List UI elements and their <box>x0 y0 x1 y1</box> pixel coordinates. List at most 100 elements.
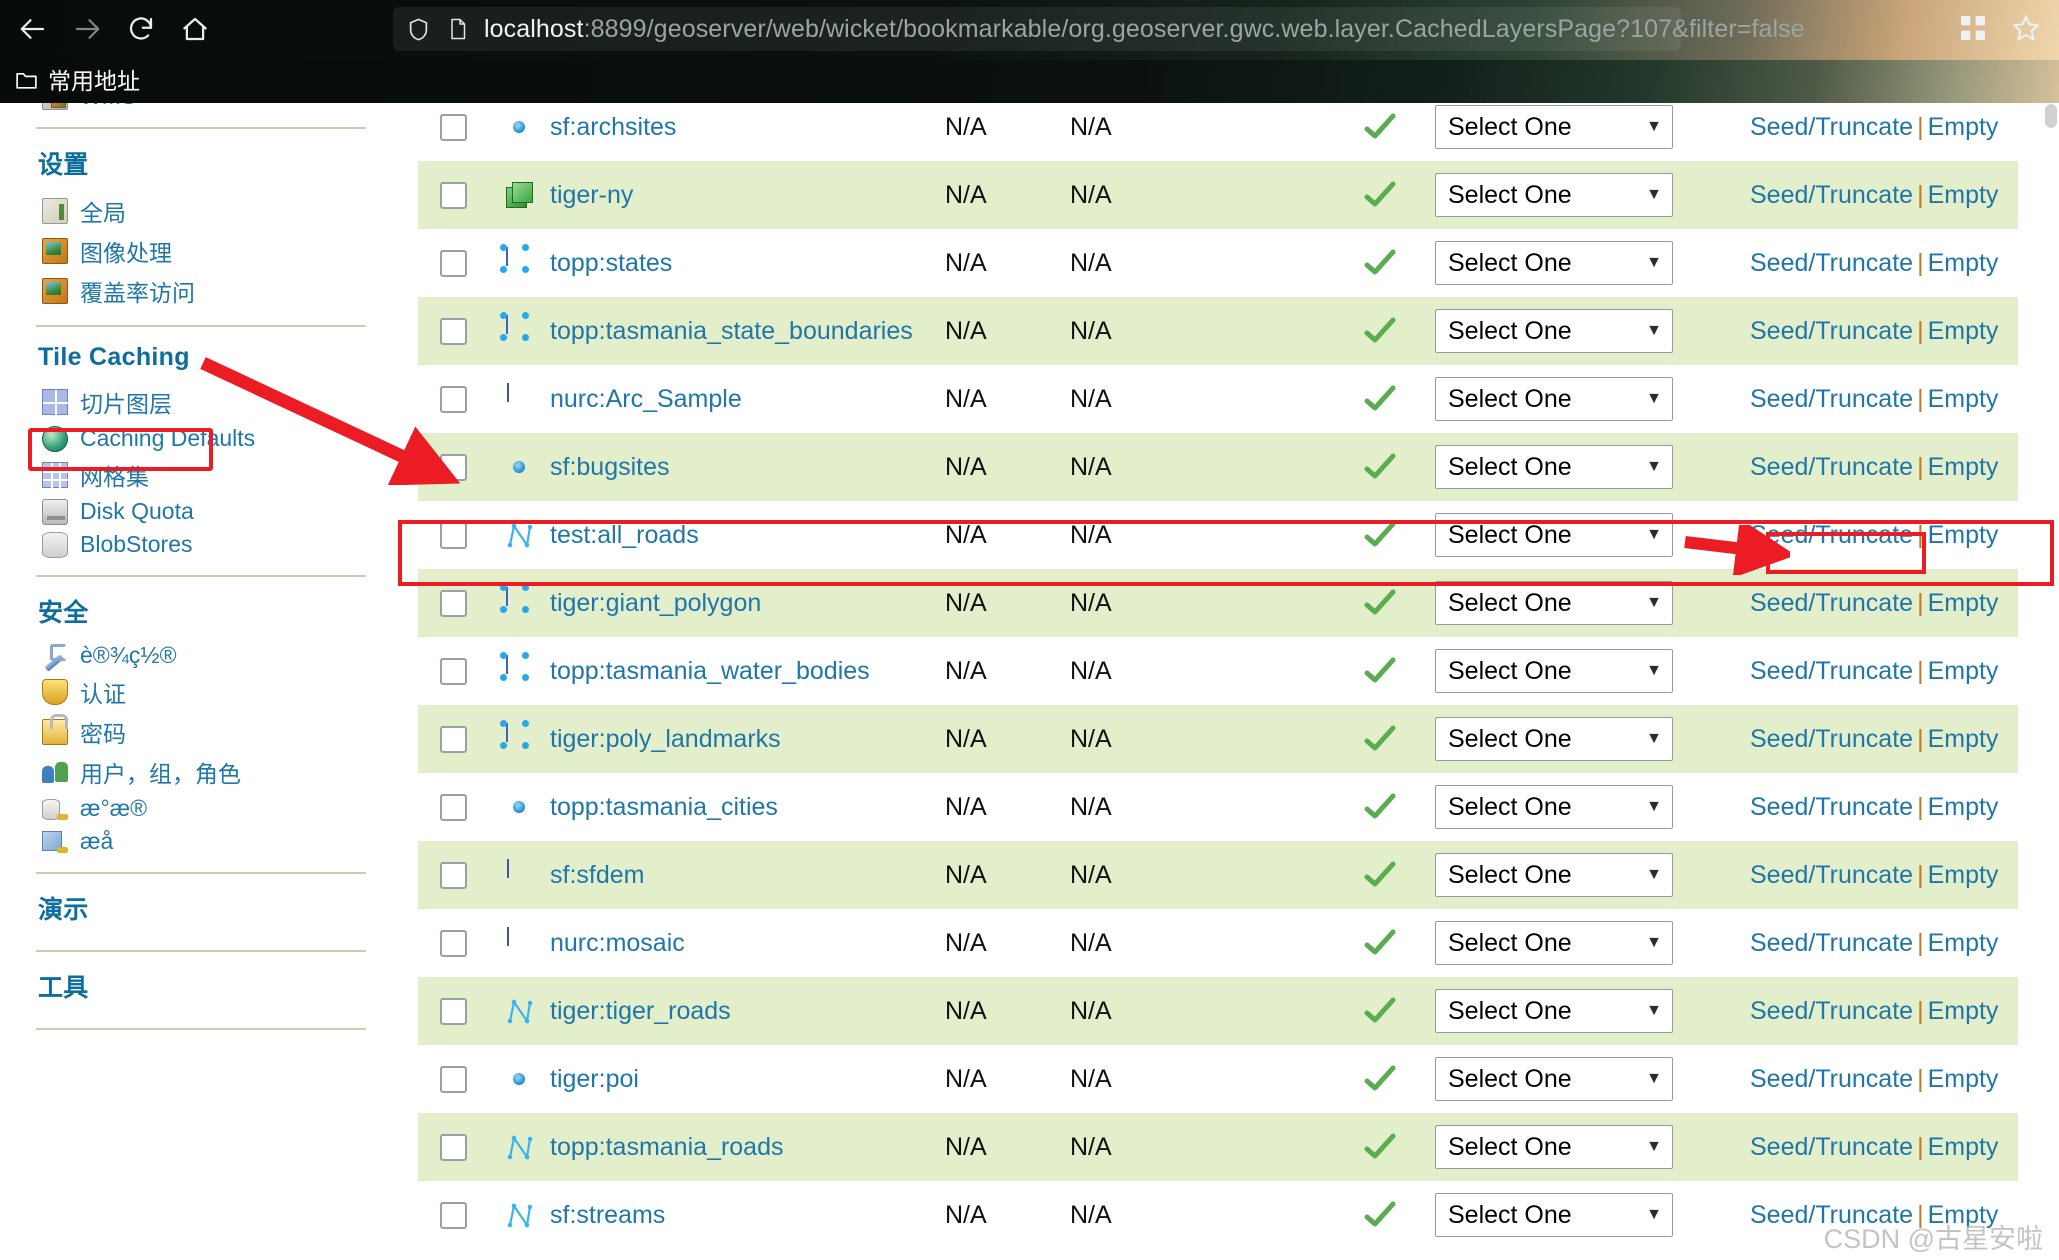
layer-name-link[interactable]: tiger:giant_polygon <box>550 589 761 617</box>
row-checkbox[interactable] <box>440 1066 467 1093</box>
preview-select[interactable]: Select One▼ <box>1435 853 1673 897</box>
preview-select[interactable]: Select One▼ <box>1435 445 1673 489</box>
layer-name-link[interactable]: sf:bugsites <box>550 453 670 481</box>
row-checkbox[interactable] <box>440 522 467 549</box>
row-checkbox[interactable] <box>440 862 467 889</box>
row-checkbox[interactable] <box>440 318 467 345</box>
preview-select[interactable]: Select One▼ <box>1435 173 1673 217</box>
preview-select[interactable]: Select One▼ <box>1435 581 1673 625</box>
row-checkbox[interactable] <box>440 1134 467 1161</box>
row-checkbox[interactable] <box>440 726 467 753</box>
forward-arrow-icon[interactable] <box>64 6 110 52</box>
seed-truncate-link[interactable]: Seed/Truncate <box>1750 861 1913 889</box>
layer-name-link[interactable]: topp:tasmania_state_boundaries <box>550 317 913 345</box>
preview-select[interactable]: Select One▼ <box>1435 309 1673 353</box>
layer-name-link[interactable]: topp:tasmania_roads <box>550 1133 783 1161</box>
seed-truncate-link[interactable]: Seed/Truncate <box>1750 793 1913 821</box>
row-checkbox[interactable] <box>440 182 467 209</box>
empty-link[interactable]: Empty <box>1928 181 1999 209</box>
empty-link[interactable]: Empty <box>1928 317 1999 345</box>
empty-link[interactable]: Empty <box>1928 453 1999 481</box>
sidebar-item-authentication[interactable]: 认证 <box>22 672 372 712</box>
row-checkbox[interactable] <box>440 930 467 957</box>
layer-name-link[interactable]: topp:tasmania_cities <box>550 793 778 821</box>
seed-truncate-link[interactable]: Seed/Truncate <box>1750 385 1913 413</box>
empty-link[interactable]: Empty <box>1928 997 1999 1025</box>
seed-truncate-link[interactable]: Seed/Truncate <box>1750 113 1913 141</box>
star-icon[interactable] <box>2011 13 2041 48</box>
preview-select[interactable]: Select One▼ <box>1435 785 1673 829</box>
seed-truncate-link[interactable]: Seed/Truncate <box>1750 997 1913 1025</box>
reload-icon[interactable] <box>118 6 164 52</box>
seed-truncate-link[interactable]: Seed/Truncate <box>1750 929 1913 957</box>
sidebar-item-disk-quota[interactable]: Disk Quota <box>22 495 372 528</box>
seed-truncate-link[interactable]: Seed/Truncate <box>1750 453 1913 481</box>
sidebar-item-service-security[interactable]: æå <box>22 825 372 858</box>
empty-link[interactable]: Empty <box>1928 589 1999 617</box>
seed-truncate-link[interactable]: Seed/Truncate <box>1750 657 1913 685</box>
sidebar-item-users-groups-roles[interactable]: 用户，组，角色 <box>22 752 372 792</box>
layer-name-link[interactable]: nurc:Arc_Sample <box>550 385 742 413</box>
layer-name-link[interactable]: tiger:poly_landmarks <box>550 725 781 753</box>
empty-link[interactable]: Empty <box>1928 249 1999 277</box>
seed-truncate-link[interactable]: Seed/Truncate <box>1750 725 1913 753</box>
layer-name-link[interactable]: sf:streams <box>550 1201 665 1229</box>
sidebar-item-global[interactable]: 全局 <box>22 191 372 231</box>
row-checkbox[interactable] <box>440 1202 467 1229</box>
layer-name-link[interactable]: topp:states <box>550 249 672 277</box>
empty-link[interactable]: Empty <box>1928 385 1999 413</box>
sidebar-item-blobstores[interactable]: BlobStores <box>22 528 372 561</box>
seed-truncate-link[interactable]: Seed/Truncate <box>1750 317 1913 345</box>
preview-select[interactable]: Select One▼ <box>1435 241 1673 285</box>
preview-select[interactable]: Select One▼ <box>1435 989 1673 1033</box>
layer-name-link[interactable]: sf:sfdem <box>550 861 644 889</box>
seed-truncate-link[interactable]: Seed/Truncate <box>1750 181 1913 209</box>
layer-name-link[interactable]: tiger-ny <box>550 181 633 209</box>
seed-truncate-link[interactable]: Seed/Truncate <box>1750 1133 1913 1161</box>
row-checkbox[interactable] <box>440 590 467 617</box>
sidebar-item-image-processing[interactable]: 图像处理 <box>22 231 372 271</box>
empty-link[interactable]: Empty <box>1928 861 1999 889</box>
empty-link[interactable]: Empty <box>1928 929 1999 957</box>
empty-link[interactable]: Empty <box>1928 725 1999 753</box>
empty-link[interactable]: Empty <box>1928 521 1999 549</box>
layer-name-link[interactable]: test:all_roads <box>550 521 699 549</box>
sidebar-item-security-settings[interactable]: è®¾ç½® <box>22 639 372 672</box>
row-checkbox[interactable] <box>440 250 467 277</box>
preview-select[interactable]: Select One▼ <box>1435 105 1673 149</box>
empty-link[interactable]: Empty <box>1928 1133 1999 1161</box>
layer-name-link[interactable]: tiger:poi <box>550 1065 639 1093</box>
layer-name-link[interactable]: topp:tasmania_water_bodies <box>550 657 870 685</box>
preview-select[interactable]: Select One▼ <box>1435 921 1673 965</box>
row-checkbox[interactable] <box>440 114 467 141</box>
sidebar-item-data-security[interactable]: æ°æ® <box>22 792 372 825</box>
row-checkbox[interactable] <box>440 998 467 1025</box>
bookmark-folder[interactable]: 常用地址 <box>14 62 140 96</box>
address-bar[interactable]: localhost:8899/geoserver/web/wicket/book… <box>393 7 1681 51</box>
home-icon[interactable] <box>172 6 218 52</box>
preview-select[interactable]: Select One▼ <box>1435 1125 1673 1169</box>
preview-select[interactable]: Select One▼ <box>1435 1193 1673 1237</box>
row-checkbox[interactable] <box>440 658 467 685</box>
row-checkbox[interactable] <box>440 794 467 821</box>
preview-select[interactable]: Select One▼ <box>1435 717 1673 761</box>
layer-name-link[interactable]: nurc:mosaic <box>550 929 685 957</box>
preview-select[interactable]: Select One▼ <box>1435 513 1673 557</box>
seed-truncate-link[interactable]: Seed/Truncate <box>1750 1065 1913 1093</box>
back-arrow-icon[interactable] <box>10 6 56 52</box>
collections-icon[interactable] <box>1957 12 1989 49</box>
scrollbar-thumb[interactable] <box>2045 104 2057 128</box>
layer-name-link[interactable]: sf:archsites <box>550 113 676 141</box>
empty-link[interactable]: Empty <box>1928 1065 1999 1093</box>
sidebar-item-passwords[interactable]: 密码 <box>22 712 372 752</box>
preview-select[interactable]: Select One▼ <box>1435 649 1673 693</box>
sidebar-item-coverage-access[interactable]: 覆盖率访问 <box>22 271 372 311</box>
layer-name-link[interactable]: tiger:tiger_roads <box>550 997 731 1025</box>
seed-truncate-link[interactable]: Seed/Truncate <box>1750 249 1913 277</box>
preview-select[interactable]: Select One▼ <box>1435 1057 1673 1101</box>
seed-truncate-link[interactable]: Seed/Truncate <box>1750 589 1913 617</box>
preview-select[interactable]: Select One▼ <box>1435 377 1673 421</box>
empty-link[interactable]: Empty <box>1928 113 1999 141</box>
empty-link[interactable]: Empty <box>1928 793 1999 821</box>
empty-link[interactable]: Empty <box>1928 657 1999 685</box>
